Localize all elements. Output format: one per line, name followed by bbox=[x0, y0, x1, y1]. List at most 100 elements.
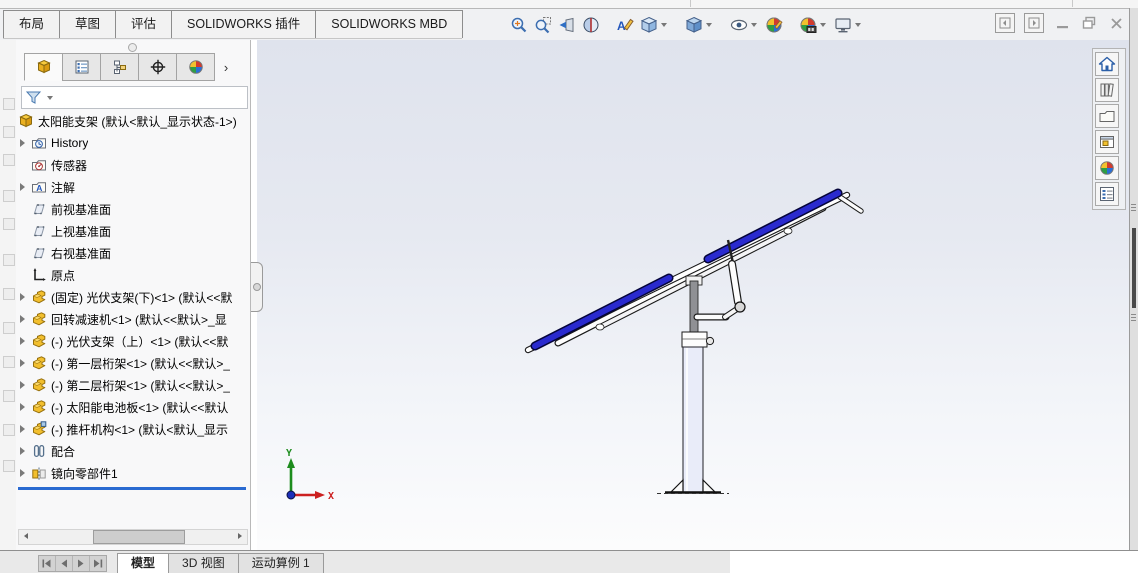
ribbon-tab-solidworks-addins[interactable]: SOLIDWORKS 插件 bbox=[171, 10, 317, 38]
hide-show-annotations-button[interactable]: A bbox=[614, 14, 636, 36]
previous-view-button[interactable] bbox=[556, 14, 578, 36]
manager-tabs-overflow-chevron[interactable]: › bbox=[214, 53, 238, 81]
tree-item[interactable]: (固定) 光伏支架(下)<1> (默认<<默 bbox=[16, 286, 248, 308]
expand-arrow-icon[interactable] bbox=[20, 359, 25, 367]
ribbon-tab-layout[interactable]: 布局 bbox=[3, 10, 61, 38]
ribbon-tab-solidworks-mbd[interactable]: SOLIDWORKS MBD bbox=[315, 10, 464, 38]
tree-item[interactable]: (-) 太阳能电池板<1> (默认<<默认 bbox=[16, 396, 248, 418]
tree-item[interactable]: 传感器 bbox=[16, 154, 248, 176]
scroll-next-tab-button[interactable] bbox=[73, 556, 90, 571]
background-window-edge bbox=[1129, 8, 1138, 573]
collapse-pane-left-button[interactable] bbox=[995, 13, 1015, 33]
panel-split-handle[interactable] bbox=[128, 43, 137, 52]
manager-tab-featuremanager-tree[interactable] bbox=[24, 53, 63, 81]
svg-text:A: A bbox=[617, 19, 626, 33]
restore-button[interactable] bbox=[1080, 14, 1098, 32]
expand-arrow-icon[interactable] bbox=[20, 337, 25, 345]
tree-item[interactable]: A 注解 bbox=[16, 176, 248, 198]
taskpane-solidworks-resources-button[interactable] bbox=[1095, 78, 1119, 102]
manager-tab-configurationmanager[interactable] bbox=[100, 53, 139, 81]
scroll-prev-tab-button[interactable] bbox=[56, 556, 73, 571]
plane-icon bbox=[31, 245, 47, 261]
tree-horizontal-scrollbar[interactable] bbox=[18, 529, 248, 545]
configmanager-icon bbox=[112, 59, 128, 75]
expand-arrow-icon[interactable] bbox=[20, 293, 25, 301]
manager-tab-propertymanager[interactable] bbox=[62, 53, 101, 81]
tree-item[interactable]: 右视基准面 bbox=[16, 242, 248, 264]
dropdown-caret-icon[interactable] bbox=[751, 23, 757, 27]
taskpane-file-explorer-button[interactable] bbox=[1095, 130, 1119, 154]
apply-scene-button[interactable] bbox=[797, 14, 830, 36]
disabled-tool-icon bbox=[3, 460, 15, 472]
expand-arrow-icon[interactable] bbox=[20, 425, 25, 433]
books-icon bbox=[1098, 81, 1116, 99]
minimize-button[interactable] bbox=[1053, 14, 1071, 32]
panel-collapse-handle[interactable] bbox=[251, 262, 263, 312]
dropdown-caret-icon[interactable] bbox=[706, 23, 712, 27]
section-view-button[interactable] bbox=[580, 14, 602, 36]
filter-funnel-icon[interactable] bbox=[25, 89, 42, 106]
tree-item[interactable]: (-) 光伏支架（上）<1> (默认<<默 bbox=[16, 330, 248, 352]
manager-tab-dimxpertmanager[interactable] bbox=[138, 53, 177, 81]
doc-tab-3d-views[interactable]: 3D 视图 bbox=[168, 553, 239, 573]
rollback-bar[interactable] bbox=[18, 487, 246, 490]
taskpane-home-button[interactable] bbox=[1095, 52, 1119, 76]
expand-arrow-icon[interactable] bbox=[20, 315, 25, 323]
scrollbar-thumb[interactable] bbox=[93, 530, 185, 544]
hide-show-items-button[interactable] bbox=[728, 14, 761, 36]
expand-arrow-icon[interactable] bbox=[20, 381, 25, 389]
home-icon bbox=[1098, 55, 1116, 73]
expand-arrow-icon[interactable] bbox=[20, 403, 25, 411]
filter-dropdown-caret-icon[interactable] bbox=[47, 95, 53, 100]
view-settings-button[interactable] bbox=[832, 14, 865, 36]
edit-appearance-button[interactable] bbox=[763, 14, 785, 36]
tree-item[interactable]: 原点 bbox=[16, 264, 248, 286]
close-button[interactable] bbox=[1107, 14, 1125, 32]
dropdown-caret-icon[interactable] bbox=[855, 23, 861, 27]
scrollbar-track[interactable] bbox=[33, 530, 233, 544]
tree-item[interactable]: History bbox=[16, 132, 248, 154]
tree-item[interactable]: (-) 第二层桁架<1> (默认<<默认>_ bbox=[16, 374, 248, 396]
task-pane-toolbar bbox=[1092, 48, 1126, 210]
manager-tab-displaymanager[interactable] bbox=[176, 53, 215, 81]
taskpane-appearances-scenes-button[interactable] bbox=[1095, 156, 1119, 180]
tree-item[interactable]: 镜向零部件1 bbox=[16, 462, 248, 484]
expand-arrow-icon[interactable] bbox=[20, 183, 25, 191]
doc-tab-model[interactable]: 模型 bbox=[117, 553, 170, 573]
display-style-button[interactable] bbox=[683, 14, 716, 36]
dropdown-caret-icon[interactable] bbox=[661, 23, 667, 27]
view-orientation-button[interactable] bbox=[638, 14, 671, 36]
tree-item[interactable]: 配合 bbox=[16, 440, 248, 462]
ribbon-tab-sketch[interactable]: 草图 bbox=[59, 10, 117, 38]
zoom-to-area-button[interactable] bbox=[532, 14, 554, 36]
scroll-left-button[interactable] bbox=[19, 530, 33, 542]
tree-item[interactable]: 回转减速机<1> (默认<<默认>_显 bbox=[16, 308, 248, 330]
taskpane-design-library-button[interactable] bbox=[1095, 104, 1119, 128]
tree-item[interactable]: (-) 推杆机构<1> (默认<默认_显示 bbox=[16, 418, 248, 440]
tree-filter-box[interactable] bbox=[21, 86, 248, 109]
plane-icon bbox=[31, 223, 47, 239]
expand-arrow-icon[interactable] bbox=[20, 447, 25, 455]
dropdown-caret-icon[interactable] bbox=[820, 23, 826, 27]
expand-arrow-icon[interactable] bbox=[20, 469, 25, 477]
appearance-ball-icon bbox=[765, 16, 783, 34]
expand-arrow-icon[interactable] bbox=[20, 139, 25, 147]
tree-item[interactable]: 太阳能支架 (默认<默认_显示状态-1>) bbox=[16, 110, 248, 132]
tree-item[interactable]: (-) 第一层桁架<1> (默认<<默认>_ bbox=[16, 352, 248, 374]
collapse-pane-right-button[interactable] bbox=[1024, 13, 1044, 33]
disabled-tool-icon bbox=[3, 126, 15, 138]
tree-item-label: (-) 第一层桁架<1> (默认<<默认>_ bbox=[51, 356, 231, 371]
scroll-first-tab-button[interactable] bbox=[39, 556, 56, 571]
graphics-viewport[interactable]: Y X bbox=[257, 40, 1130, 551]
scroll-last-tab-button[interactable] bbox=[90, 556, 106, 571]
history-folder-icon bbox=[31, 135, 47, 151]
tree-item[interactable]: 上视基准面 bbox=[16, 220, 248, 242]
tree-item[interactable]: 前视基准面 bbox=[16, 198, 248, 220]
scroll-right-button[interactable] bbox=[233, 530, 247, 542]
taskpane-custom-properties-button[interactable] bbox=[1095, 182, 1119, 206]
zoom-to-fit-button[interactable] bbox=[508, 14, 530, 36]
doc-tab-motion-study-1[interactable]: 运动算例 1 bbox=[237, 553, 324, 573]
ribbon-tab-evaluate[interactable]: 评估 bbox=[115, 10, 173, 38]
tree-item-label: 镜向零部件1 bbox=[51, 466, 118, 481]
feature-tree: 太阳能支架 (默认<默认_显示状态-1>) History 传感器 A 注解 前视基… bbox=[16, 110, 248, 522]
